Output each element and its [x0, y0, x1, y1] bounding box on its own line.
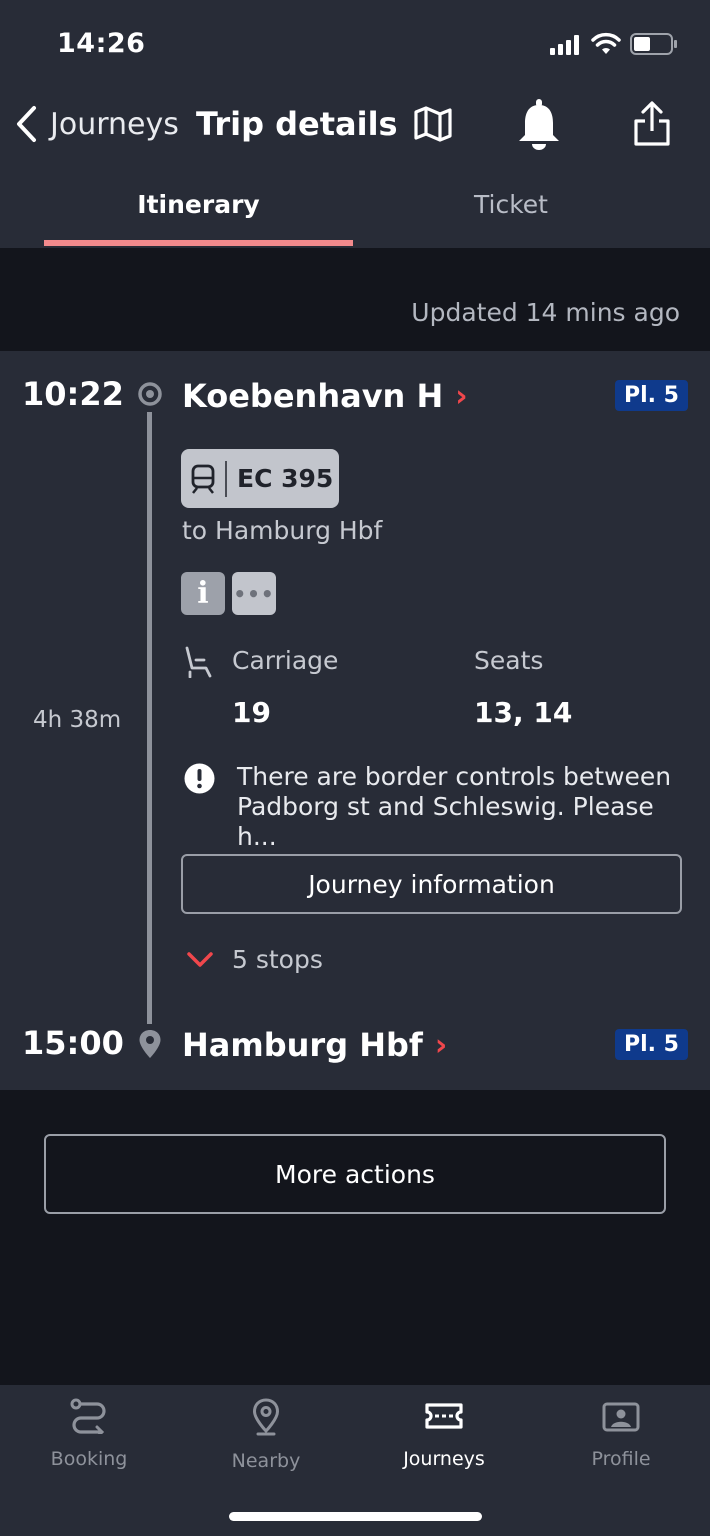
- nav-booking-label: Booking: [50, 1448, 128, 1470]
- border-control-notice[interactable]: There are border controls between Padbor…: [237, 762, 687, 852]
- departure-platform-badge: Pl. 5: [615, 380, 688, 411]
- page-title: Trip details: [196, 105, 398, 143]
- nav-profile[interactable]: Profile: [532, 1398, 710, 1470]
- departure-station-name: Koebenhavn H: [182, 377, 444, 415]
- train-destination: to Hamburg Hbf: [182, 516, 383, 545]
- badge-divider: [225, 460, 227, 497]
- profile-card-icon: [602, 1402, 640, 1432]
- alert-icon: [184, 763, 215, 794]
- location-pin-icon: [252, 1398, 280, 1436]
- departure-station-link[interactable]: Koebenhavn H ›: [182, 377, 468, 415]
- nav-booking[interactable]: Booking: [0, 1398, 178, 1470]
- more-dots-icon[interactable]: •••: [232, 572, 276, 615]
- share-icon[interactable]: [633, 101, 671, 147]
- trip-duration: 4h 38m: [33, 707, 122, 733]
- journey-information-button[interactable]: Journey information: [181, 854, 682, 914]
- wifi-icon: [591, 32, 621, 54]
- carriage-value: 19: [232, 696, 271, 729]
- nav-profile-label: Profile: [591, 1448, 651, 1470]
- chevron-right-icon: ›: [455, 378, 468, 414]
- more-actions-button[interactable]: More actions: [44, 1134, 666, 1214]
- chevron-left-icon: [17, 106, 36, 142]
- active-tab-indicator: [44, 240, 353, 246]
- route-line: [147, 412, 152, 1024]
- nav-journeys-label: Journeys: [403, 1448, 485, 1470]
- home-indicator[interactable]: [229, 1512, 482, 1521]
- seats-value: 13, 14: [474, 696, 573, 729]
- carriage-label: Carriage: [232, 646, 339, 675]
- tab-itinerary[interactable]: Itinerary: [44, 190, 353, 219]
- chevron-down-icon: [187, 951, 213, 967]
- train-label: EC 395: [237, 464, 334, 493]
- bell-icon[interactable]: [517, 99, 561, 151]
- origin-circle-icon: [138, 382, 162, 406]
- back-label: Journeys: [50, 106, 179, 142]
- ticket-icon: [425, 1403, 463, 1429]
- nav-nearby-label: Nearby: [231, 1450, 301, 1472]
- arrival-time: 15:00: [22, 1024, 124, 1062]
- nav-journeys[interactable]: Journeys: [355, 1398, 533, 1470]
- arrival-station-name: Hamburg Hbf: [182, 1026, 423, 1064]
- train-badge[interactable]: EC 395: [181, 449, 339, 508]
- signal-icon: [550, 35, 579, 55]
- chevron-right-icon: ›: [434, 1027, 448, 1063]
- route-icon: [70, 1398, 106, 1434]
- info-icon[interactable]: i: [181, 572, 225, 615]
- battery-icon: [630, 33, 677, 55]
- back-button[interactable]: Journeys: [14, 104, 179, 144]
- arrival-station-link[interactable]: Hamburg Hbf ›: [182, 1026, 447, 1064]
- stops-toggle[interactable]: 5 stops: [186, 945, 323, 974]
- departure-time: 10:22: [22, 375, 124, 413]
- nav-nearby[interactable]: Nearby: [177, 1398, 355, 1472]
- arrival-platform-badge: Pl. 5: [615, 1029, 688, 1060]
- map-icon[interactable]: [413, 106, 453, 142]
- stops-label: 5 stops: [232, 945, 323, 974]
- seats-label: Seats: [474, 646, 544, 675]
- train-icon: [191, 464, 215, 494]
- updated-text: Updated 14 mins ago: [411, 298, 680, 327]
- destination-pin-icon: [139, 1030, 161, 1058]
- status-time: 14:26: [57, 28, 146, 59]
- tab-ticket[interactable]: Ticket: [356, 190, 666, 219]
- seat-icon: [185, 646, 212, 678]
